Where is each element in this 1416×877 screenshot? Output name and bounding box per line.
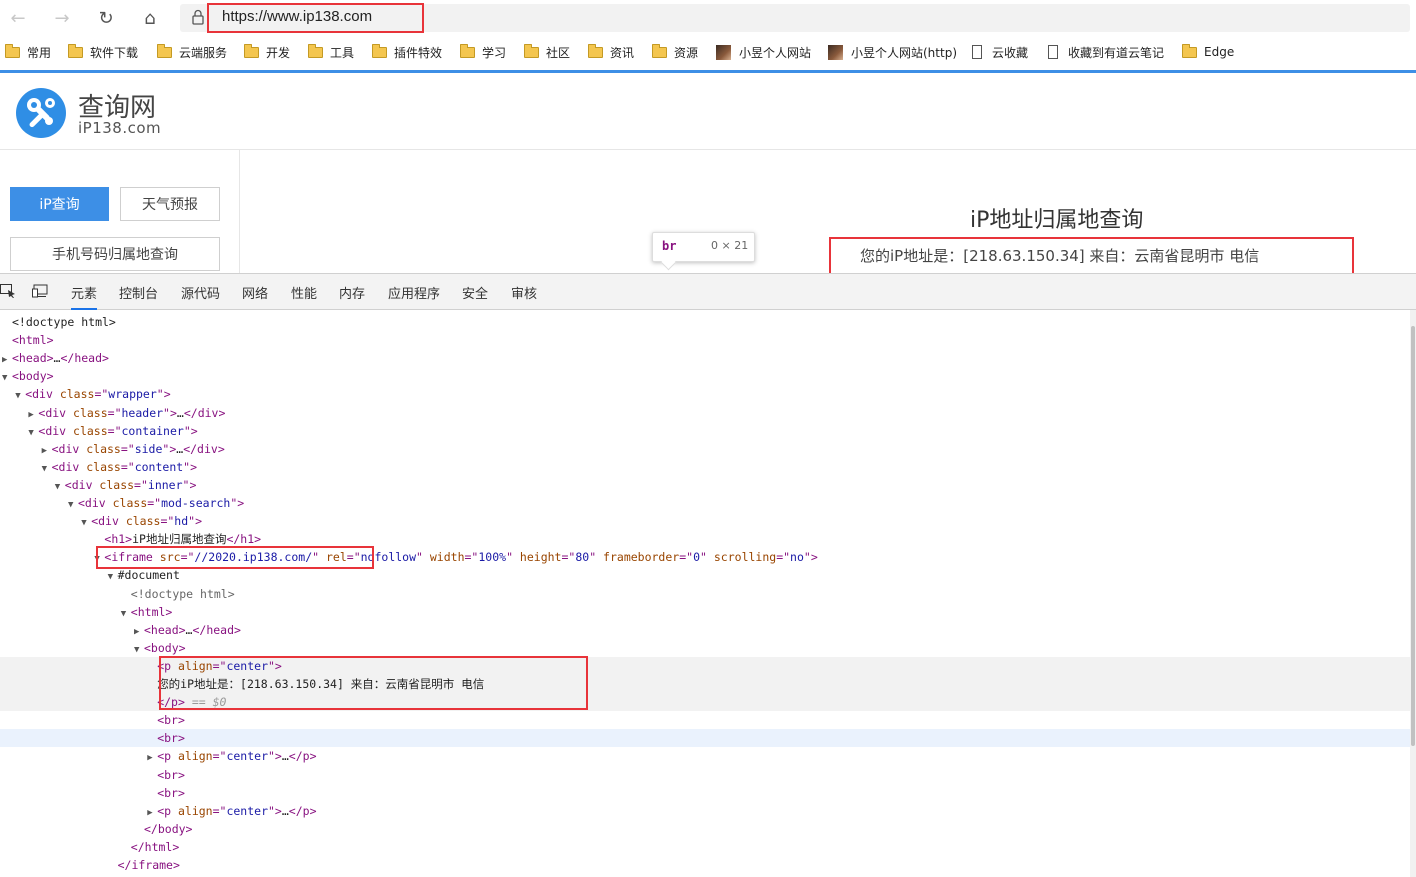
folder-icon (588, 43, 603, 58)
page-icon (1048, 45, 1058, 59)
dom-node-row[interactable]: ▼ <div class="hd"> (0, 512, 1410, 530)
page-icon (972, 45, 982, 59)
dom-node-row[interactable]: <br> (0, 711, 1410, 729)
side-panel: iP查询 天气预报 手机号码归属地查询 (0, 150, 240, 273)
site-logo-subtitle[interactable]: iP138.com (78, 119, 161, 137)
dom-node-row[interactable]: ▼ <div class="container"> (0, 422, 1410, 440)
bookmark-item[interactable]: 资讯 (588, 43, 634, 61)
bookmark-item[interactable]: 小昱个人网站 (716, 43, 811, 61)
dom-node-row[interactable]: ▼ #document (0, 566, 1410, 584)
dom-node-row[interactable]: ▶ <head>…</head> (0, 621, 1410, 639)
dom-node-row[interactable]: <!doctype html> (0, 585, 1410, 603)
bookmark-item[interactable]: 常用 (5, 43, 51, 61)
inspect-element-icon[interactable] (0, 284, 16, 298)
ip-query-button[interactable]: iP查询 (10, 187, 109, 221)
folder-icon (524, 43, 539, 58)
bookmark-item[interactable]: 收藏到有道云笔记 (1048, 43, 1164, 61)
bookmark-item[interactable]: 资源 (652, 43, 698, 61)
tooltip-tag-name: br (662, 239, 677, 253)
dom-node-row[interactable]: </iframe> (0, 856, 1410, 874)
dom-node-row[interactable]: ▶ <div class="header">…</div> (0, 404, 1410, 422)
bookmark-item[interactable]: 社区 (524, 43, 570, 61)
dom-node-row[interactable]: </body> (0, 820, 1410, 838)
dom-node-row[interactable]: ▶ <p align="center">…</p> (0, 802, 1410, 820)
folder-icon (244, 43, 259, 58)
highlight-box-iframe (96, 546, 374, 569)
tab-performance[interactable]: 性能 (291, 283, 317, 302)
tab-security[interactable]: 安全 (462, 283, 488, 302)
tooltip-arrow (660, 254, 677, 271)
dom-node-row[interactable]: ▼ <body> (0, 639, 1410, 657)
highlight-box-p-element (159, 656, 588, 710)
forward-arrow-icon[interactable]: → (50, 6, 74, 30)
tooltip-dimensions: 0 × 21 (711, 239, 749, 252)
device-toggle-icon[interactable] (32, 284, 48, 298)
dom-node-row[interactable]: ▶ <head>…</head> (0, 349, 1410, 367)
dom-tree-panel[interactable]: <!doctype html> <html> ▶ <head>…</head> ▼ <bo… (0, 310, 1410, 877)
highlight-box-url (207, 3, 424, 33)
folder-icon (68, 43, 83, 58)
bookmark-item[interactable]: 插件特效 (372, 43, 442, 61)
bookmark-item[interactable]: 工具 (308, 43, 354, 61)
phone-lookup-button[interactable]: 手机号码归属地查询 (10, 237, 220, 271)
wrench-logo-icon[interactable] (16, 88, 66, 138)
reload-icon[interactable]: ↻ (94, 6, 118, 30)
dom-node-row[interactable]: ▼ <div class="content"> (0, 458, 1410, 476)
devtools-tab-bar: 元素 控制台 源代码 网络 性能 内存 应用程序 安全 审核 (0, 273, 1416, 310)
site-avatar-icon (716, 44, 731, 60)
bookmark-item[interactable]: Edge (1182, 43, 1234, 61)
folder-icon (157, 43, 172, 58)
folder-icon (308, 43, 323, 58)
weather-button[interactable]: 天气预报 (120, 187, 220, 221)
dom-node-row[interactable]: ▼ <body> (0, 367, 1410, 385)
bookmark-item[interactable]: 软件下载 (68, 43, 138, 61)
dom-node-row[interactable]: ▼ <div class="mod-search"> (0, 494, 1410, 512)
tab-elements[interactable]: 元素 (71, 283, 98, 310)
tab-memory[interactable]: 内存 (339, 283, 365, 302)
dom-node-row[interactable]: <br> (0, 784, 1410, 802)
dom-node-row[interactable]: <br> (0, 729, 1410, 748)
folder-icon (460, 43, 475, 58)
folder-icon (652, 43, 667, 58)
site-header: 查询网 iP138.com (0, 73, 1416, 150)
tab-sources[interactable]: 源代码 (181, 283, 220, 302)
dom-node-row[interactable]: <!doctype html> (0, 313, 1410, 331)
page-title: iP地址归属地查询 (970, 208, 1144, 233)
dom-node-row[interactable]: <html> (0, 331, 1410, 349)
folder-icon (1182, 43, 1197, 58)
tab-console[interactable]: 控制台 (119, 283, 158, 302)
bookmark-item[interactable]: 开发 (244, 43, 290, 61)
tab-network[interactable]: 网络 (242, 283, 268, 302)
bookmark-item[interactable]: 小昱个人网站(http) (828, 43, 957, 61)
home-icon[interactable]: ⌂ (138, 6, 162, 30)
back-arrow-icon[interactable]: ← (6, 6, 30, 30)
bookmark-item[interactable]: 云端服务 (157, 43, 227, 61)
dom-scrollbar-thumb[interactable] (1411, 326, 1415, 746)
dom-node-row[interactable]: ▼ <div class="wrapper"> (0, 385, 1410, 403)
dom-node-row[interactable]: <br> (0, 766, 1410, 784)
tab-application[interactable]: 应用程序 (388, 283, 440, 302)
lock-icon (192, 9, 204, 25)
dom-node-row[interactable]: ▶ <div class="side">…</div> (0, 440, 1410, 458)
dom-node-row[interactable]: </html> (0, 838, 1410, 856)
dom-node-row[interactable]: ▼ <div class="inner"> (0, 476, 1410, 494)
bookmarks-bar: 常用 软件下载 云端服务 开发 工具 插件特效 学习 社区 资讯 资源 小昱个人… (0, 36, 1416, 68)
tab-audits[interactable]: 审核 (511, 283, 537, 302)
element-inspect-tooltip: br 0 × 21 (652, 232, 755, 271)
folder-icon (372, 43, 387, 58)
folder-icon (5, 43, 20, 58)
bookmark-item[interactable]: 云收藏 (972, 43, 1028, 61)
bookmark-item[interactable]: 学习 (460, 43, 506, 61)
dom-node-row[interactable]: ▶ <p align="center">…</p> (0, 747, 1410, 765)
site-avatar-icon (828, 44, 843, 60)
dom-node-row[interactable]: ▼ <html> (0, 603, 1410, 621)
